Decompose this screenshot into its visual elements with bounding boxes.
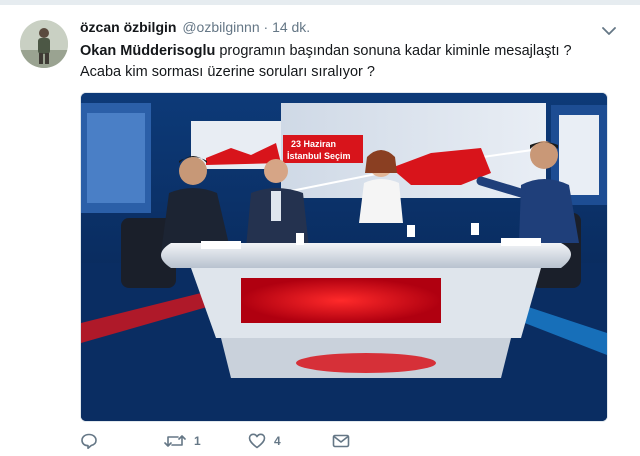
author-name[interactable]: özcan özbilgin [80, 19, 176, 35]
chevron-down-icon[interactable] [602, 23, 616, 35]
like-action[interactable]: 4 [248, 429, 281, 453]
like-count: 4 [274, 434, 281, 448]
avatar[interactable] [20, 20, 68, 68]
tweet-header: özcan özbilgin @ozbilginnn · 14 dk. [80, 19, 600, 39]
like-icon[interactable] [248, 432, 266, 450]
direct-message-action[interactable] [332, 429, 350, 453]
mentioned-name: Okan Müdderisoglu [80, 43, 216, 59]
author-handle[interactable]: @ozbilginnn [182, 19, 259, 35]
screen-caption-line2: İstanbul Seçim [287, 151, 351, 161]
tweet-text-line2: Acaba kim sorması üzerine soruları sıral… [80, 64, 375, 80]
tweet[interactable]: özcan özbilgin @ozbilginnn · 14 dk. Okan… [0, 5, 640, 456]
tweet-photo[interactable]: 23 Haziran İstanbul Seçim [80, 92, 608, 422]
retweet-icon[interactable] [164, 432, 186, 450]
tweet-text-line1: programın başından sonuna kadar kiminle … [215, 43, 572, 59]
retweet-count: 1 [194, 434, 201, 448]
reply-icon[interactable] [80, 432, 98, 450]
direct-message-icon[interactable] [332, 433, 350, 449]
separator: · [263, 19, 269, 35]
retweet-action[interactable]: 1 [164, 429, 201, 453]
tweet-actions: 1 4 [80, 429, 480, 453]
tweet-text: Okan Müdderisoglu programın başından son… [80, 41, 600, 83]
tweet-timestamp[interactable]: 14 dk. [272, 19, 310, 35]
screen-caption-line1: 23 Haziran [291, 139, 336, 149]
reply-action[interactable] [80, 429, 106, 453]
